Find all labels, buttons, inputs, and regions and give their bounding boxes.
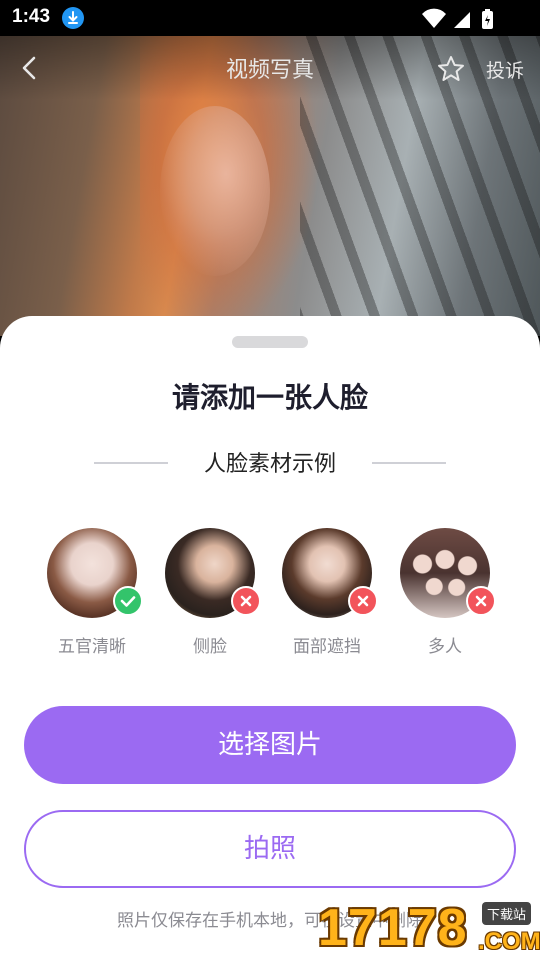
example-label: 多人 xyxy=(428,637,462,657)
bottom-sheet: 请添加一张人脸 人脸素材示例 五官清晰 侧脸 面部遮挡 多人 选择图片 拍照 照… xyxy=(0,316,540,960)
status-icons xyxy=(420,8,500,34)
example-multiple-people: 多人 xyxy=(390,528,500,658)
divider-right xyxy=(372,462,446,464)
watermark-domain: .COM xyxy=(478,928,540,955)
select-image-button[interactable]: 选择图片 xyxy=(24,706,516,784)
app-bar: 视频写真 投诉 xyxy=(0,36,540,100)
status-bar: 1:43 xyxy=(0,0,540,36)
examples-title: 人脸素材示例 xyxy=(203,452,336,477)
example-label: 面部遮挡 xyxy=(293,637,361,657)
report-button[interactable]: 投诉 xyxy=(486,56,524,83)
close-icon xyxy=(466,586,496,616)
sheet-title: 请添加一张人脸 xyxy=(171,381,368,414)
battery-icon xyxy=(482,9,493,29)
wifi-icon xyxy=(422,8,446,29)
status-time: 1:43 xyxy=(12,6,51,27)
site-watermark: 17178 下载站 .COM xyxy=(318,898,540,960)
close-icon xyxy=(348,586,378,616)
take-photo-button[interactable]: 拍照 xyxy=(24,810,516,888)
example-side-face: 侧脸 xyxy=(155,528,265,658)
example-face-covered: 面部遮挡 xyxy=(272,528,382,658)
signal-icon xyxy=(454,12,470,28)
hero-face xyxy=(160,106,270,276)
star-icon[interactable] xyxy=(436,54,466,84)
close-icon xyxy=(231,586,261,616)
sheet-handle[interactable] xyxy=(232,336,308,348)
example-label: 侧脸 xyxy=(193,637,227,657)
example-label: 五官清晰 xyxy=(58,637,126,657)
example-clear-face: 五官清晰 xyxy=(37,528,147,658)
watermark-number: 17178 xyxy=(318,899,468,957)
download-icon xyxy=(62,7,84,29)
watermark-tag: 下载站 xyxy=(482,902,532,925)
examples-header: 人脸素材示例 xyxy=(0,446,540,477)
check-icon xyxy=(113,586,143,616)
